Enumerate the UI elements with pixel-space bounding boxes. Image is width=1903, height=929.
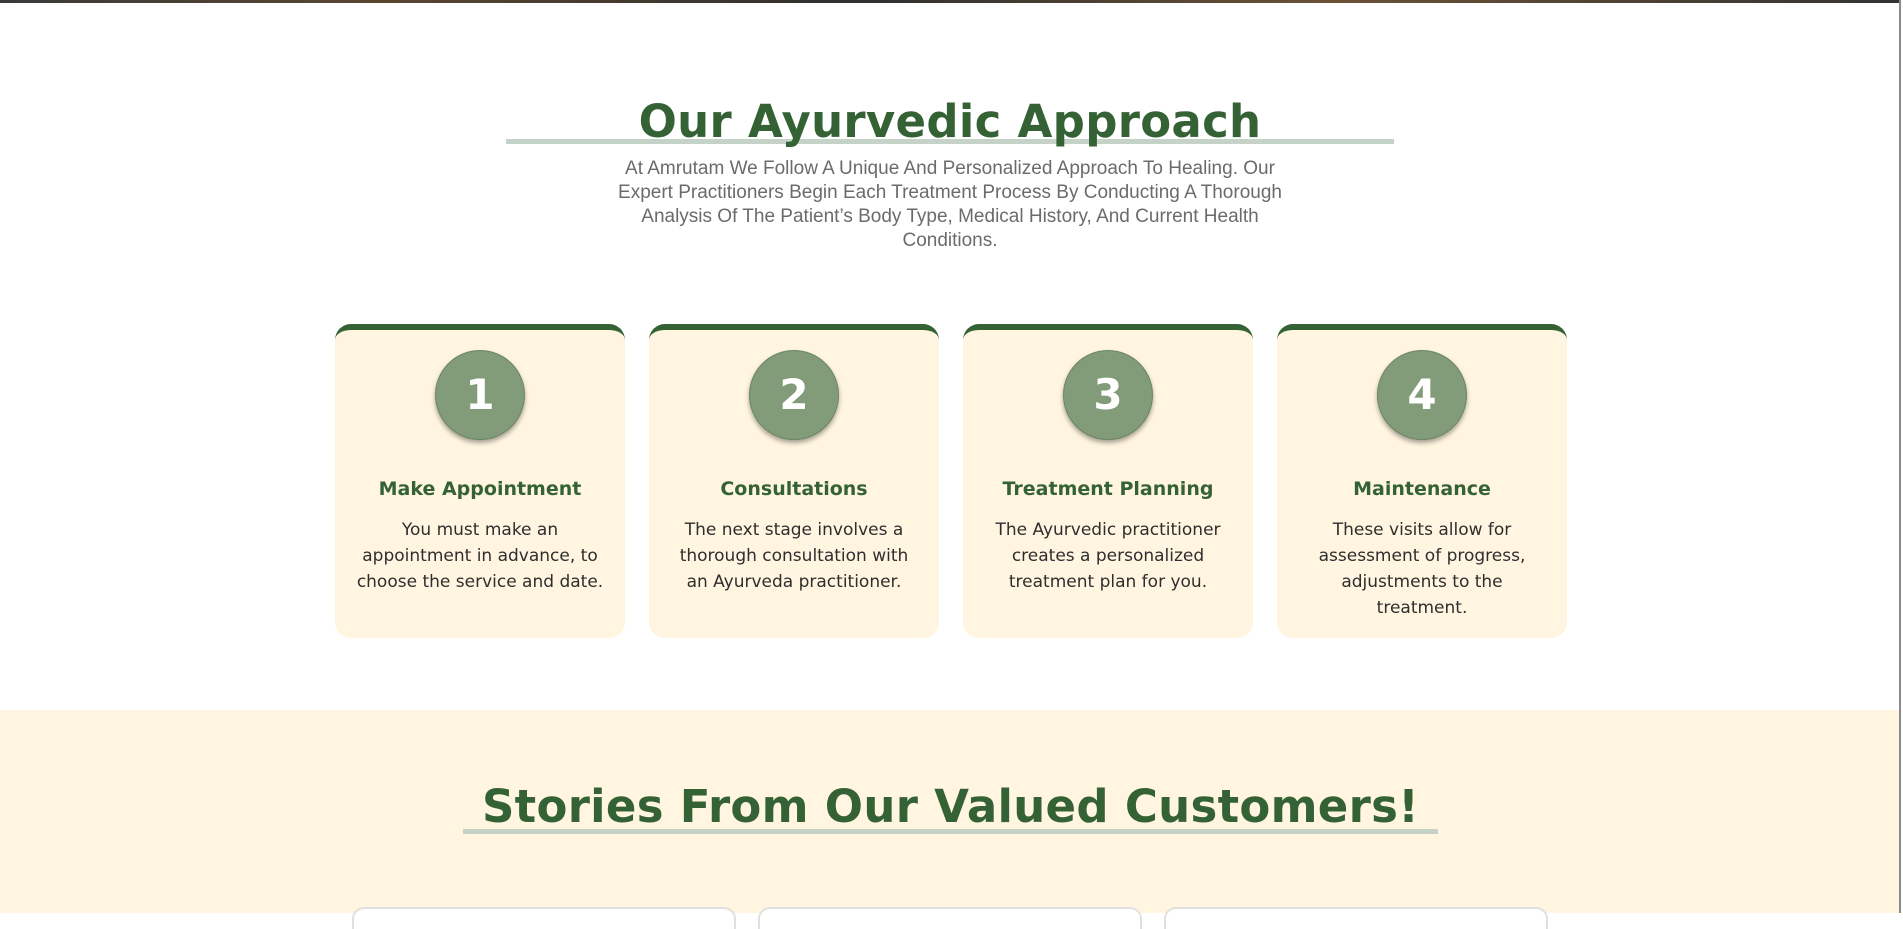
step-description: These visits allow for assessment of pro… bbox=[1318, 520, 1526, 618]
step-card-maintenance: 4 Maintenance These visits allow for ass… bbox=[1277, 324, 1567, 638]
testimonial-card bbox=[352, 907, 736, 929]
step-description: The Ayurvedic practitioner creates a per… bbox=[995, 520, 1221, 592]
step-number-badge: 4 bbox=[1377, 350, 1467, 440]
stories-heading-block: Stories From Our Valued Customers! bbox=[463, 776, 1438, 838]
approach-subtitle: At Amrutam We Follow A Unique And Person… bbox=[618, 158, 1282, 251]
step-number-badge: 2 bbox=[749, 350, 839, 440]
step-title: Make Appointment bbox=[378, 478, 582, 500]
step-description: You must make an appointment in advance,… bbox=[356, 520, 604, 592]
step-card-treatment-planning: 3 Treatment Planning The Ayurvedic pract… bbox=[963, 324, 1253, 638]
stories-heading: Stories From Our Valued Customers! bbox=[481, 780, 1420, 833]
step-description: The next stage involves a thorough consu… bbox=[679, 520, 909, 592]
testimonial-card bbox=[1164, 907, 1548, 929]
step-number-badge: 1 bbox=[435, 350, 525, 440]
step-number-badge: 3 bbox=[1063, 350, 1153, 440]
ayurvedic-approach-section: Our Ayurvedic Approach At Amrutam We Fol… bbox=[0, 3, 1899, 710]
approach-heading-block: Our Ayurvedic Approach bbox=[506, 91, 1394, 153]
step-card-consultations: 2 Consultations The next stage involves … bbox=[649, 324, 939, 638]
approach-heading: Our Ayurvedic Approach bbox=[638, 95, 1262, 148]
step-title: Consultations bbox=[720, 478, 868, 500]
customer-stories-section: Stories From Our Valued Customers! bbox=[0, 710, 1899, 929]
step-card-make-appointment: 1 Make Appointment You must make an appo… bbox=[335, 324, 625, 638]
testimonial-card bbox=[758, 907, 1142, 929]
step-title: Maintenance bbox=[1353, 478, 1491, 500]
step-title: Treatment Planning bbox=[1002, 478, 1214, 500]
